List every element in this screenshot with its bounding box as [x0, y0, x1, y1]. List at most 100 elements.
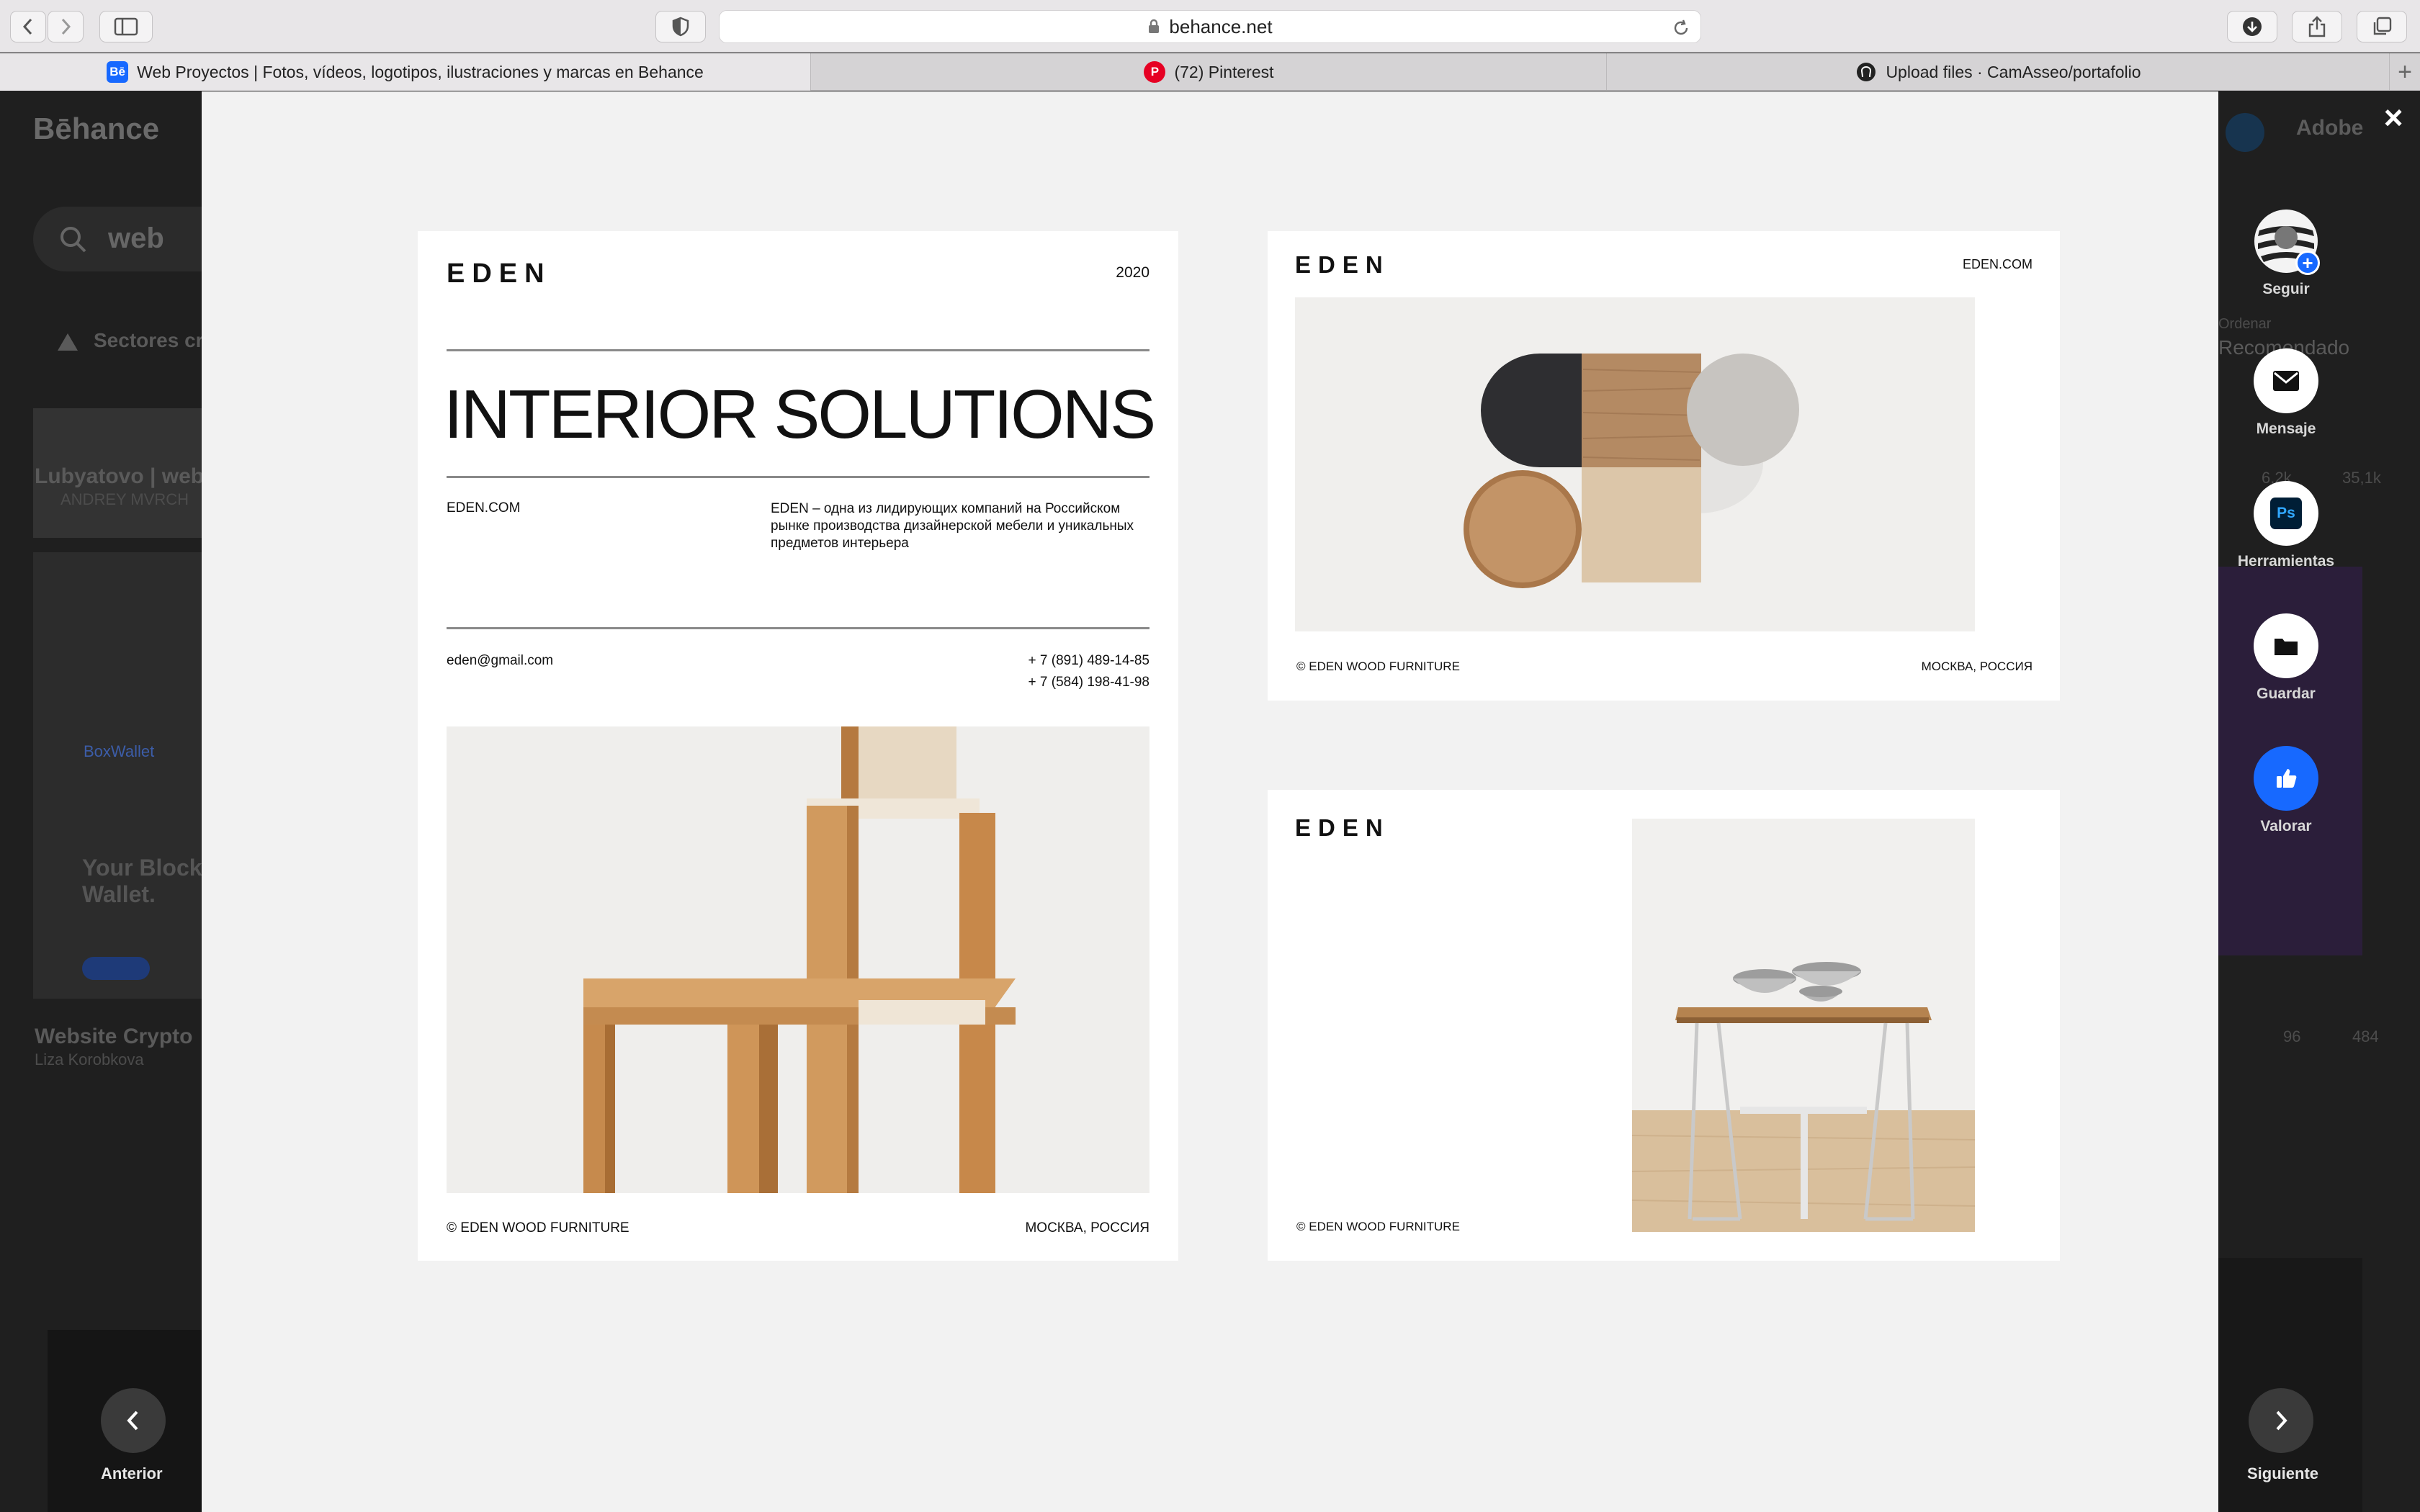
tab-label: Upload files · CamAsseo/portafolio — [1886, 62, 2141, 81]
table-photo — [1632, 819, 1975, 1232]
project-author[interactable]: ANDREY MVRCH — [60, 490, 189, 509]
previous-project-button[interactable] — [101, 1388, 166, 1453]
tabs-icon — [2373, 17, 2392, 35]
appreciate-label: Valorar — [2260, 818, 2312, 834]
poster-site: EDEN.COM — [447, 500, 521, 516]
follow-label: Seguir — [2262, 281, 2310, 297]
back-button[interactable] — [10, 11, 46, 42]
creator-avatar[interactable]: + — [2254, 209, 2320, 275]
chevron-right-icon — [2276, 1410, 2287, 1431]
materials-photo — [1295, 297, 1975, 631]
eden-logo: EDEN — [1295, 251, 1390, 278]
eden-table-card[interactable]: EDEN © EDEN WOOD FURNITURE — [1268, 790, 2060, 1261]
project-views: 35,1k — [2342, 469, 2381, 487]
browser-toolbar: behance.net — [0, 0, 2420, 53]
project-author[interactable]: Liza Korobkova — [35, 1050, 144, 1069]
close-icon: × — [2383, 99, 2403, 136]
divider — [447, 627, 1150, 629]
card-footer-left: © EDEN WOOD FURNITURE — [1296, 1220, 1460, 1233]
card-site: EDEN.COM — [1962, 257, 2033, 271]
eden-poster-card[interactable]: EDEN 2020 INTERIOR SOLUTIONS EDEN.COM ED… — [418, 231, 1178, 1261]
tab-pinterest[interactable]: P (72) Pinterest — [812, 53, 1607, 91]
forward-button[interactable] — [48, 11, 84, 42]
follow-plus-icon[interactable]: + — [2295, 251, 2320, 275]
url-text: behance.net — [1169, 15, 1273, 37]
lock-icon — [1149, 19, 1160, 33]
card-footer-left: © EDEN WOOD FURNITURE — [1296, 660, 1460, 673]
tab-label: Web Proyectos | Fotos, vídeos, logotipos… — [137, 62, 704, 81]
message-button[interactable] — [2254, 348, 2318, 413]
boxwallet-brand: BoxWallet — [84, 742, 155, 760]
address-bar[interactable]: behance.net — [719, 10, 1701, 43]
new-tab-button[interactable]: + — [2390, 53, 2420, 91]
chair-illustration — [583, 726, 1016, 1193]
save-button[interactable] — [2254, 613, 2318, 678]
save-label: Guardar — [2257, 685, 2316, 702]
poster-year: 2020 — [1116, 264, 1150, 281]
eden-logo: EDEN — [1295, 814, 1390, 841]
project-modal: EDEN 2020 INTERIOR SOLUTIONS EDEN.COM ED… — [202, 91, 2218, 1512]
divider — [447, 349, 1150, 351]
save-action[interactable]: Guardar — [2237, 613, 2335, 703]
search-icon — [60, 227, 86, 253]
sort-caption: Ordenar — [2218, 316, 2272, 332]
shield-icon — [672, 17, 689, 37]
tools-button[interactable]: Ps — [2254, 481, 2318, 546]
tab-github[interactable]: Upload files · CamAsseo/portafolio — [1608, 53, 2390, 91]
tools-label: Herramientas — [2237, 553, 2335, 570]
share-icon — [2308, 16, 2326, 37]
project-views: 484 — [2352, 1027, 2379, 1045]
poster-headline: INTERIOR SOLUTIONS — [444, 376, 1156, 453]
thumbs-up-icon — [2277, 769, 2297, 788]
privacy-shield-button[interactable] — [655, 11, 706, 42]
folder-icon — [2275, 639, 2298, 655]
chevron-left-icon — [22, 18, 32, 35]
tools-action[interactable]: Ps Herramientas — [2237, 481, 2335, 570]
poster-phone: + 7 (891) 489-14-85 — [1028, 653, 1150, 668]
background-search-value: web — [108, 222, 164, 254]
close-modal-button[interactable]: × — [2377, 99, 2410, 136]
appreciate-action[interactable]: Valorar — [2237, 746, 2335, 835]
poster-footer-right: МОСКВА, РОССИЯ — [1025, 1220, 1150, 1236]
project-title[interactable]: Lubyatovo | web — [35, 464, 204, 489]
envelope-icon — [2273, 371, 2299, 391]
behance-favicon-icon: Bē — [107, 61, 129, 83]
chevron-left-icon — [127, 1410, 138, 1431]
project-title[interactable]: Website Crypto — [35, 1025, 192, 1049]
sidebar-toggle-button[interactable] — [99, 11, 153, 42]
project-thumbnail[interactable]: BoxWallet Your Block Wallet. — [33, 552, 202, 999]
github-favicon-icon — [1857, 63, 1876, 81]
message-label: Mensaje — [2256, 420, 2316, 437]
pinterest-favicon-icon: P — [1144, 61, 1166, 83]
chevron-right-icon — [61, 18, 71, 35]
next-project-button[interactable] — [2249, 1388, 2313, 1453]
card-footer-right: МОСКВА, РОССИЯ — [1921, 660, 2033, 673]
tab-behance[interactable]: Bē Web Proyectos | Fotos, vídeos, logoti… — [0, 53, 811, 91]
sectors-label[interactable]: Sectores cr — [94, 329, 204, 352]
background-avatar[interactable] — [2226, 113, 2264, 152]
share-button[interactable] — [2292, 11, 2342, 42]
project-likes: 96 — [2283, 1027, 2301, 1045]
message-action[interactable]: Mensaje — [2237, 348, 2335, 438]
material-swatches-illustration — [1464, 354, 1799, 588]
sidebar-icon — [114, 17, 138, 36]
tab-bar: Bē Web Proyectos | Fotos, vídeos, logoti… — [0, 53, 2420, 91]
downloads-button[interactable] — [2227, 11, 2277, 42]
sectors-icon — [58, 333, 78, 351]
follow-action[interactable]: + Seguir — [2237, 209, 2335, 298]
eden-materials-card[interactable]: EDEN EDEN.COM © EDEN WOOD FURNITURE МОСК… — [1268, 231, 2060, 701]
reload-icon[interactable] — [1672, 19, 1690, 37]
chair-photo — [447, 726, 1150, 1193]
tab-overview-button[interactable] — [2357, 11, 2407, 42]
next-label[interactable]: Siguiente — [2247, 1464, 2318, 1483]
tab-label: (72) Pinterest — [1174, 62, 1274, 81]
poster-email: eden@gmail.com — [447, 653, 554, 668]
previous-label[interactable]: Anterior — [101, 1464, 163, 1483]
poster-description: EDEN – одна из лидирующих компаний на Ро… — [771, 501, 1134, 551]
poster-footer-left: © EDEN WOOD FURNITURE — [447, 1220, 629, 1236]
behance-logo[interactable]: Bēhance — [33, 112, 159, 146]
boxwallet-cta — [82, 957, 150, 980]
poster-phone: + 7 (584) 198-41-98 — [1028, 675, 1150, 690]
appreciate-button[interactable] — [2254, 746, 2318, 811]
adobe-label[interactable]: Adobe — [2296, 116, 2363, 140]
